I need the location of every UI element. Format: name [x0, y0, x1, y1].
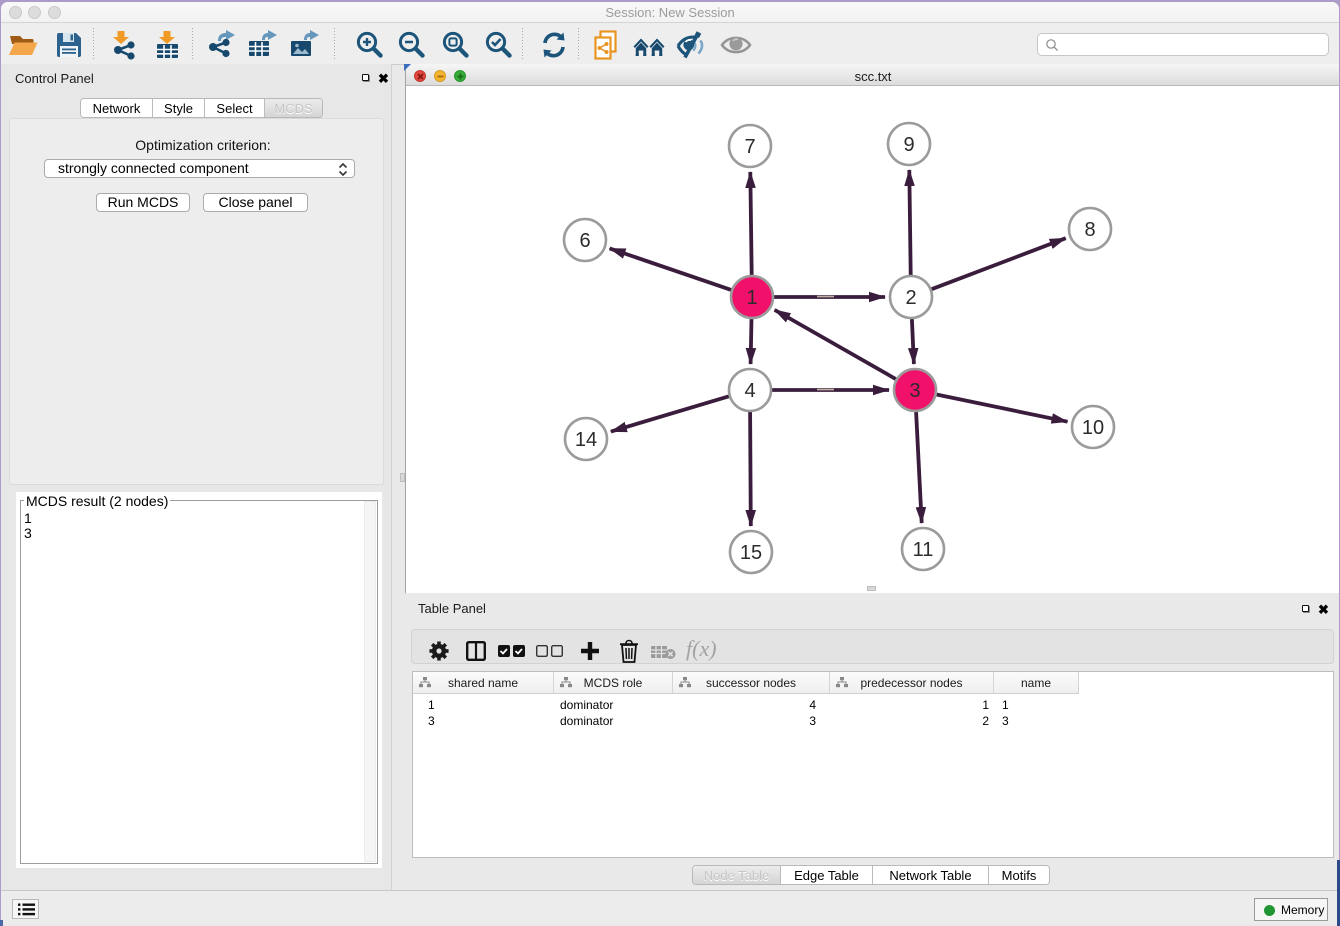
svg-text:4: 4 — [744, 380, 755, 402]
svg-text:14: 14 — [575, 429, 597, 451]
svg-text:2: 2 — [905, 287, 916, 309]
svg-text:1: 1 — [746, 287, 757, 309]
svg-text:10: 10 — [1082, 417, 1104, 439]
svg-text:7: 7 — [744, 136, 755, 158]
svg-text:3: 3 — [909, 380, 920, 402]
svg-text:15: 15 — [740, 542, 762, 564]
svg-text:8: 8 — [1084, 219, 1095, 241]
svg-text:6: 6 — [579, 230, 590, 252]
svg-text:11: 11 — [913, 539, 934, 561]
svg-text:9: 9 — [903, 134, 914, 156]
